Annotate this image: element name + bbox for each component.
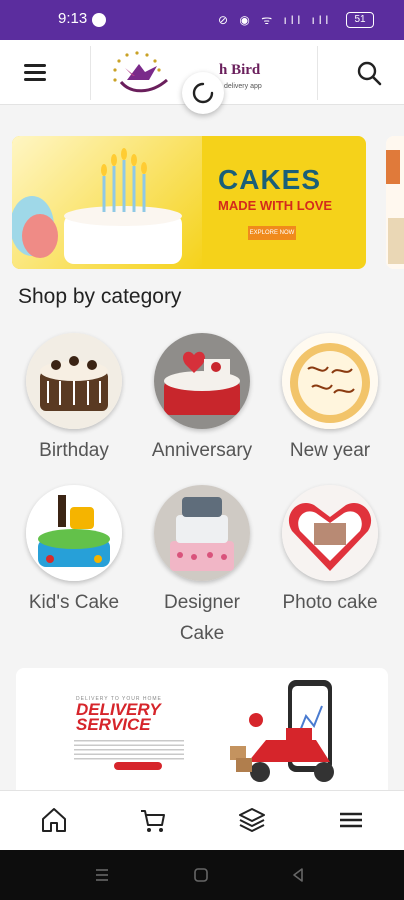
- category-anniversary[interactable]: Anniversary: [142, 333, 262, 466]
- category-image: [282, 333, 378, 429]
- spinner-icon: [192, 82, 214, 104]
- hamburger-icon[interactable]: [24, 64, 46, 81]
- system-navigation-bar: [0, 850, 404, 900]
- hero-banner[interactable]: CAKES MADE WITH LOVE EXPLORE NOW: [12, 136, 366, 269]
- home-icon[interactable]: [39, 805, 69, 835]
- category-image: [282, 485, 378, 581]
- category-image: [26, 485, 122, 581]
- explore-now-button[interactable]: EXPLORE NOW: [248, 226, 296, 240]
- battery-icon: 51: [346, 12, 374, 28]
- category-label: Designer Cake: [163, 592, 241, 644]
- logo-subtitle: delivery app: [224, 83, 262, 90]
- category-image: [26, 333, 122, 429]
- menu-icon[interactable]: [336, 805, 366, 835]
- category-image: [154, 485, 250, 581]
- cart-icon[interactable]: [138, 805, 168, 835]
- delivery-promo-banner[interactable]: DELIVERY TO YOUR HOME DELIVERY SERVICE: [16, 668, 388, 790]
- bird-logo-icon: [113, 51, 168, 93]
- bottom-navigation: [0, 790, 404, 851]
- promo-heading: DELIVERY SERVICE: [76, 700, 161, 734]
- category-designer-cake[interactable]: Designer Cake: [142, 485, 262, 649]
- promo-description-lines: [74, 740, 184, 762]
- loading-spinner: [182, 72, 224, 114]
- next-banner-peek[interactable]: [386, 136, 404, 269]
- category-label: New year: [289, 440, 371, 461]
- status-time: 9:13: [58, 10, 88, 27]
- system-home-icon[interactable]: [193, 867, 209, 883]
- recent-apps-icon[interactable]: [94, 868, 110, 882]
- back-icon[interactable]: [290, 867, 306, 883]
- notification-dot-icon: [92, 13, 106, 27]
- status-bar: 9:13 ⊘ ◉ ᯤ ıll ıll 51: [0, 0, 404, 40]
- category-photo-cake[interactable]: Photo cake: [270, 485, 390, 618]
- category-kids-cake[interactable]: Kid's Cake: [14, 485, 134, 618]
- category-new-year[interactable]: New year: [270, 333, 390, 466]
- cake-image: [12, 136, 202, 269]
- banner-tagline: MADE WITH LOVE: [218, 198, 333, 213]
- promo-button[interactable]: [114, 762, 162, 770]
- category-label: Photo cake: [282, 592, 378, 613]
- category-image: [154, 333, 250, 429]
- banner-title: CAKES: [218, 164, 322, 195]
- category-label: Kid's Cake: [28, 592, 120, 613]
- delivery-scooter-illustration: [230, 680, 334, 782]
- category-label: Anniversary: [151, 440, 253, 461]
- section-title: Shop by category: [18, 285, 182, 308]
- layers-icon[interactable]: [237, 805, 267, 835]
- category-label: Birthday: [39, 440, 109, 461]
- category-birthday[interactable]: Birthday: [14, 333, 134, 466]
- search-icon[interactable]: [356, 60, 382, 86]
- status-icons: ⊘ ◉ ᯤ ıll ıll: [218, 13, 333, 27]
- logo-title: h Bird: [219, 62, 261, 78]
